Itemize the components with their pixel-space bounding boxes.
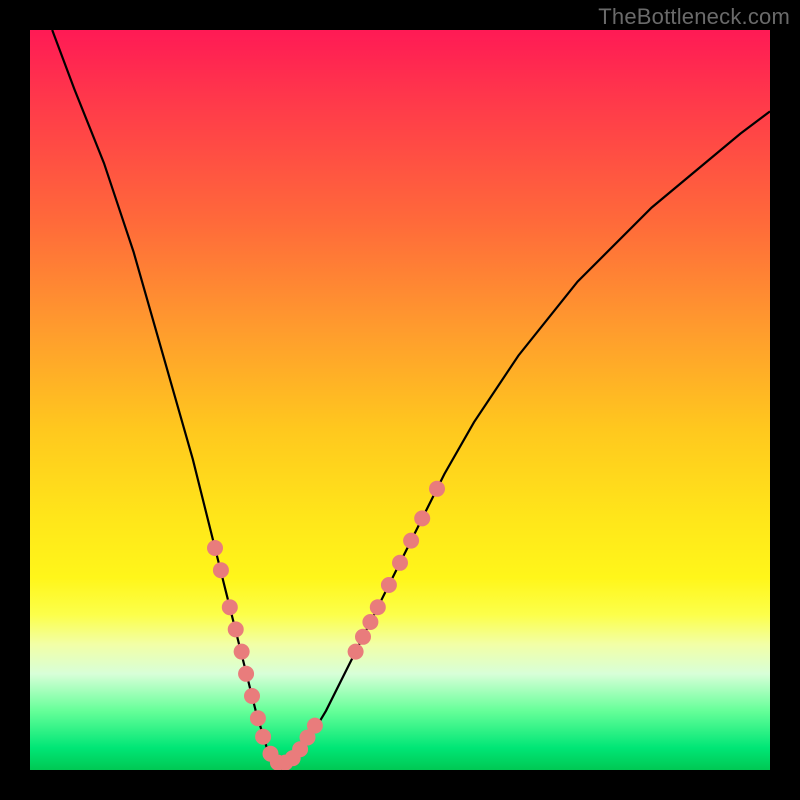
curve-marker: [307, 718, 323, 734]
curve-marker: [222, 599, 238, 615]
curve-marker: [255, 729, 271, 745]
curve-marker: [355, 629, 371, 645]
curve-marker: [348, 644, 364, 660]
marker-group: [207, 481, 445, 770]
curve-marker: [213, 562, 229, 578]
curve-marker: [392, 555, 408, 571]
watermark-text: TheBottleneck.com: [598, 4, 790, 30]
bottleneck-curve: [52, 30, 770, 763]
curve-marker: [403, 533, 419, 549]
curve-marker: [234, 644, 250, 660]
curve-marker: [238, 666, 254, 682]
curve-marker: [381, 577, 397, 593]
curve-marker: [250, 710, 266, 726]
curve-marker: [370, 599, 386, 615]
curve-layer: [30, 30, 770, 770]
curve-marker: [244, 688, 260, 704]
chart-frame: TheBottleneck.com: [0, 0, 800, 800]
curve-marker: [207, 540, 223, 556]
plot-area: [30, 30, 770, 770]
curve-marker: [362, 614, 378, 630]
curve-marker: [228, 621, 244, 637]
curve-marker: [414, 510, 430, 526]
curve-marker: [429, 481, 445, 497]
